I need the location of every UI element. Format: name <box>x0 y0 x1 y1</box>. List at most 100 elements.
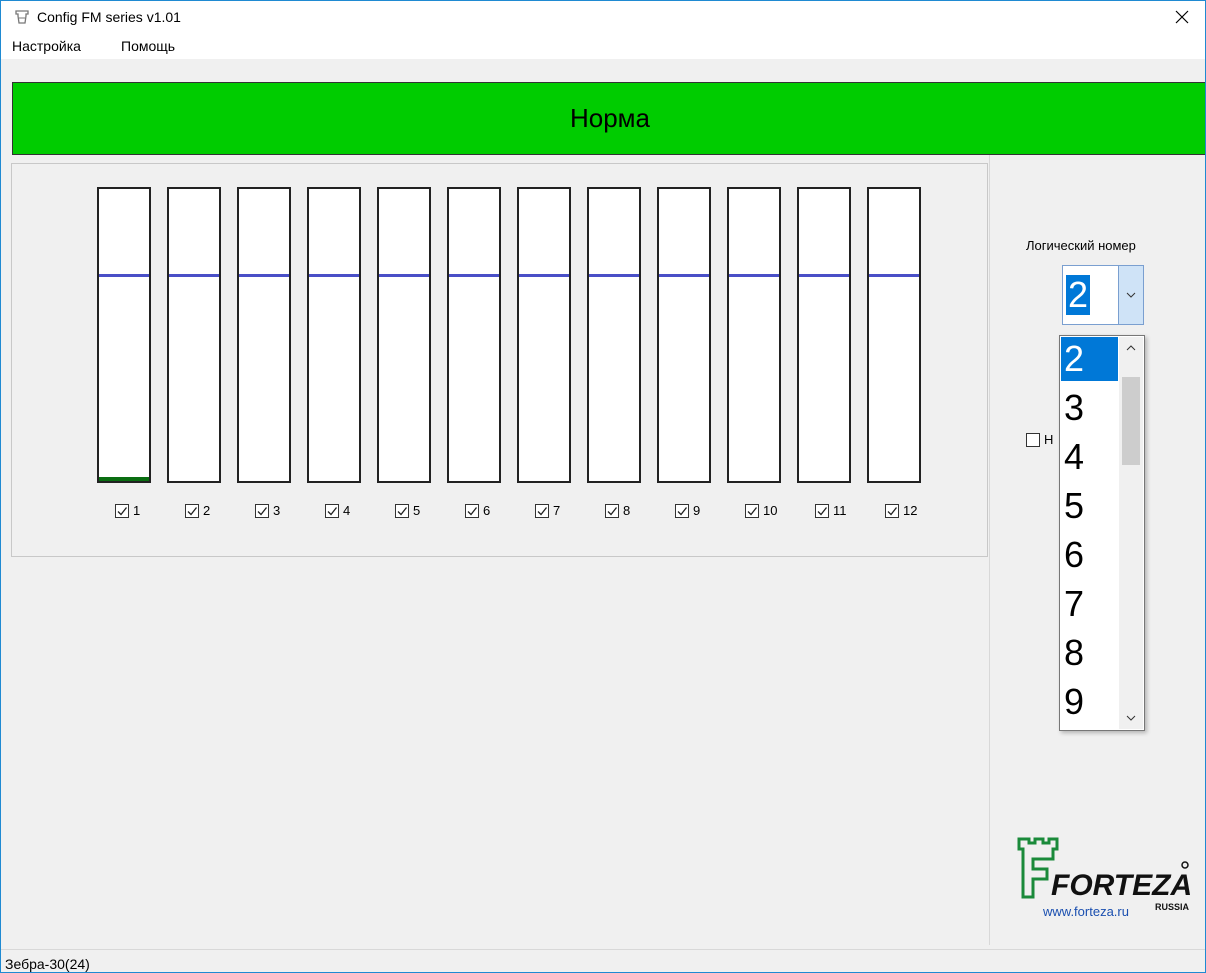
channel-checkbox[interactable]: 5 <box>395 502 420 520</box>
channel-label: 2 <box>203 503 211 518</box>
channel-bar <box>657 187 711 483</box>
channel-bar <box>447 187 501 483</box>
channel-bar <box>97 187 151 483</box>
channel-bar <box>727 187 781 483</box>
dropdown-option[interactable]: 4 <box>1061 435 1118 479</box>
checkmark-icon <box>397 507 408 516</box>
channel-bar <box>517 187 571 483</box>
status-bar: Зебра-30(24) <box>1 949 1205 972</box>
threshold-line <box>799 274 849 277</box>
checkmark-icon <box>677 507 688 516</box>
channel-checkbox[interactable]: 2 <box>185 502 210 520</box>
channel-label: 11 <box>833 503 847 518</box>
chevron-down-icon <box>1126 715 1136 721</box>
checkmark-icon <box>187 507 198 516</box>
dropdown-option[interactable]: 9 <box>1061 680 1118 724</box>
dropdown-option[interactable]: 8 <box>1061 631 1118 675</box>
channel-label: 5 <box>413 503 421 518</box>
checkbox-box[interactable] <box>185 504 199 518</box>
channel-label: 10 <box>763 503 778 518</box>
checkmark-icon <box>537 507 548 516</box>
threshold-line <box>239 274 289 277</box>
checkmark-icon <box>887 507 898 516</box>
channel-checkbox[interactable]: 8 <box>605 502 630 520</box>
side-divider <box>989 155 990 945</box>
website-link[interactable]: www.forteza.ru <box>1043 904 1129 919</box>
threshold-line <box>589 274 639 277</box>
checkmark-icon <box>117 507 128 516</box>
channel-bar <box>237 187 291 483</box>
window-title: Config FM series v1.01 <box>37 9 181 25</box>
checkbox-box[interactable] <box>115 504 129 518</box>
channel-checkbox[interactable]: 6 <box>465 502 490 520</box>
channel-checkbox[interactable]: 3 <box>255 502 280 520</box>
channel-label: 7 <box>553 503 561 518</box>
title-bar[interactable]: Config FM series v1.01 <box>1 1 1205 33</box>
checkmark-icon <box>467 507 478 516</box>
scroll-thumb[interactable] <box>1122 377 1140 465</box>
channel-label: 12 <box>903 503 918 518</box>
threshold-line <box>519 274 569 277</box>
checkbox-box[interactable] <box>745 504 759 518</box>
checkbox-box[interactable] <box>885 504 899 518</box>
dropdown-option[interactable]: 7 <box>1061 582 1118 626</box>
checkbox-box[interactable] <box>815 504 829 518</box>
dropdown-button[interactable] <box>1118 266 1143 324</box>
logical-number-label: Логический номер <box>1026 238 1136 253</box>
dropdown-option[interactable]: 2 <box>1061 337 1118 381</box>
level-fill <box>99 477 149 481</box>
channel-bar <box>377 187 431 483</box>
dropdown-option[interactable]: 6 <box>1061 533 1118 577</box>
menu-item-settings[interactable]: Настройка <box>12 38 81 54</box>
status-bar-text: Зебра-30(24) <box>5 956 90 972</box>
channel-checkbox[interactable]: 12 <box>885 502 917 520</box>
logical-number-dropdown-list[interactable]: 2 3 4 5 6 7 8 9 <box>1059 335 1145 731</box>
threshold-line <box>449 274 499 277</box>
scroll-down-button[interactable] <box>1119 707 1143 729</box>
threshold-line <box>309 274 359 277</box>
checkbox-box[interactable] <box>605 504 619 518</box>
checkbox-box[interactable] <box>675 504 689 518</box>
chevron-down-icon <box>1126 292 1136 298</box>
threshold-line <box>379 274 429 277</box>
checkmark-icon <box>817 507 828 516</box>
partial-checkbox[interactable]: Н <box>1026 432 1053 447</box>
checkbox-box[interactable] <box>325 504 339 518</box>
channel-checkbox[interactable]: 11 <box>815 502 847 520</box>
dropdown-option[interactable]: 5 <box>1061 484 1118 528</box>
channel-checkbox[interactable]: 9 <box>675 502 700 520</box>
channel-checkbox[interactable]: 1 <box>115 502 140 520</box>
channel-label: 4 <box>343 503 351 518</box>
checkbox-box[interactable] <box>465 504 479 518</box>
logical-number-select[interactable]: 2 <box>1062 265 1144 325</box>
channel-label: 8 <box>623 503 631 518</box>
app-window: Config FM series v1.01 Настройка Помощь … <box>0 0 1206 973</box>
channel-bar <box>167 187 221 483</box>
chevron-up-icon <box>1126 345 1136 351</box>
checkbox-box[interactable] <box>255 504 269 518</box>
checkbox-box[interactable] <box>1026 432 1040 447</box>
checkmark-icon <box>327 507 338 516</box>
dropdown-scrollbar[interactable] <box>1119 337 1143 729</box>
close-button[interactable] <box>1159 1 1205 33</box>
partial-checkbox-label: Н <box>1044 432 1054 447</box>
channel-label: 3 <box>273 503 281 518</box>
checkmark-icon <box>607 507 618 516</box>
threshold-line <box>869 274 919 277</box>
channel-checkbox[interactable]: 7 <box>535 502 560 520</box>
scroll-up-button[interactable] <box>1119 337 1143 359</box>
channel-label: 1 <box>133 503 141 518</box>
menu-item-help[interactable]: Помощь <box>121 38 175 54</box>
channel-label: 6 <box>483 503 491 518</box>
dropdown-option[interactable]: 3 <box>1061 386 1118 430</box>
channel-bar <box>307 187 361 483</box>
status-banner: Норма <box>12 82 1205 155</box>
fortress-tower-icon <box>15 10 29 24</box>
logo-sub: RUSSIA <box>1155 902 1190 912</box>
channel-checkbox[interactable]: 4 <box>325 502 350 520</box>
checkbox-box[interactable] <box>395 504 409 518</box>
channel-bar <box>797 187 851 483</box>
checkmark-icon <box>747 507 758 516</box>
checkbox-box[interactable] <box>535 504 549 518</box>
channel-checkbox[interactable]: 10 <box>745 502 777 520</box>
